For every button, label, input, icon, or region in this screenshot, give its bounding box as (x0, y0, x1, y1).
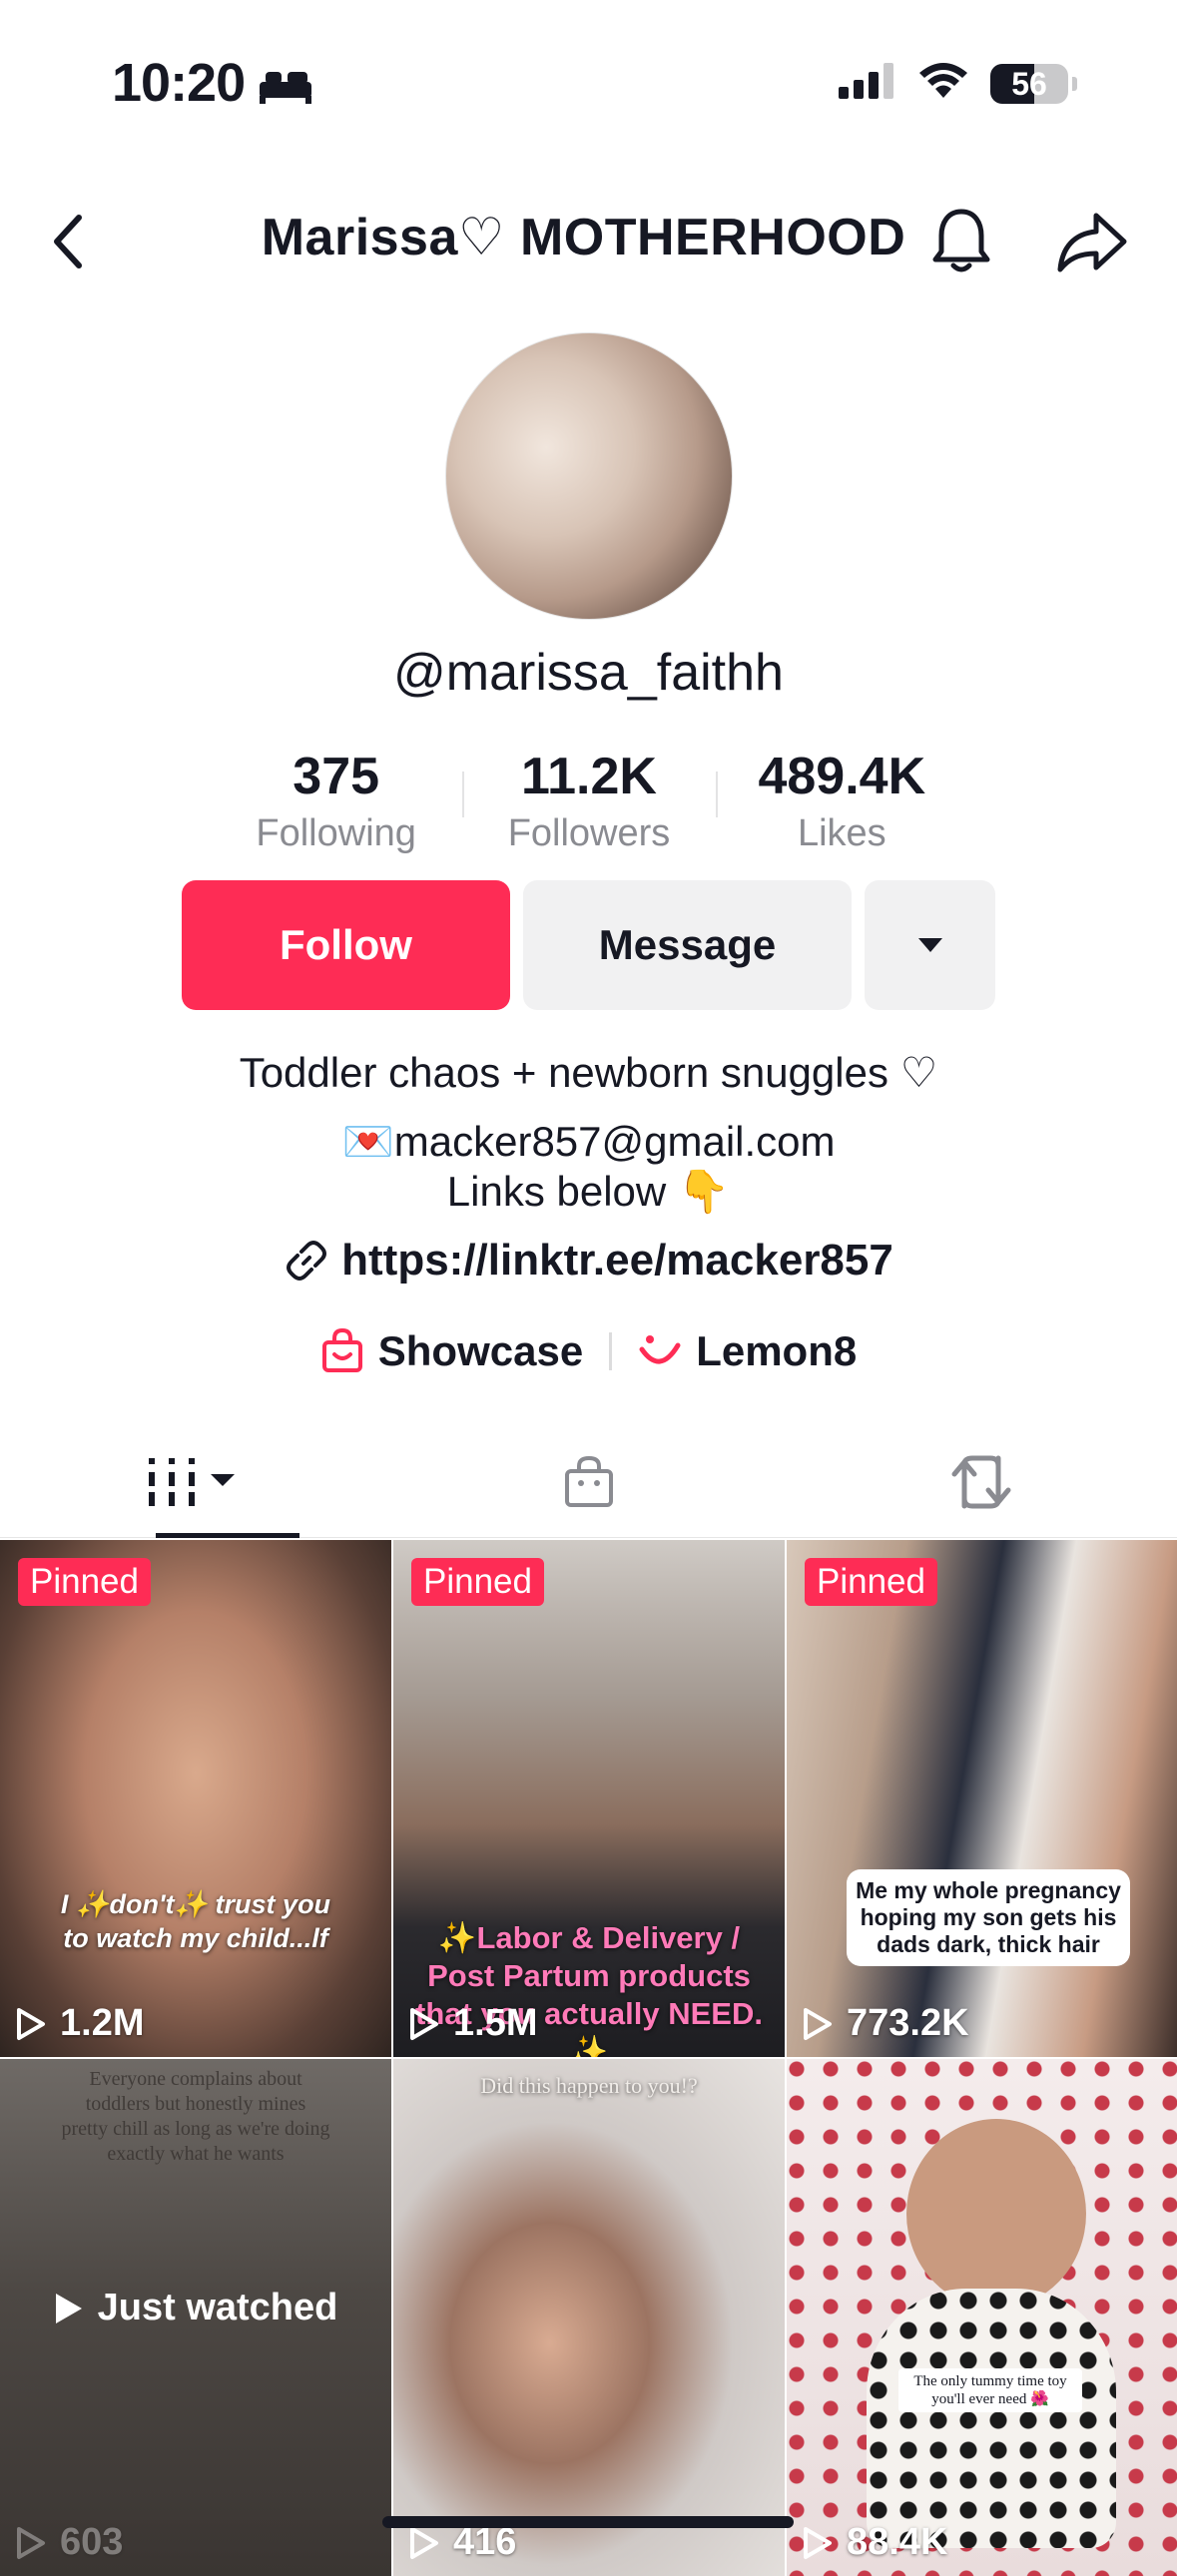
followers-label: Followers (507, 812, 671, 854)
pinned-badge: Pinned (411, 1558, 544, 1606)
bio-line-2: 💌macker857@gmail.com (341, 1118, 836, 1165)
lemon8-label: Lemon8 (696, 1327, 858, 1374)
battery-tip (1072, 76, 1077, 91)
lemon8-smile-icon (639, 1335, 681, 1364)
battery-icon: 56 (990, 63, 1068, 104)
play-icon (410, 2526, 438, 2559)
video-grid-icon (148, 1458, 235, 1506)
likes-count: 489.4K (758, 748, 926, 805)
just-watched-label: Just watched (97, 2287, 338, 2328)
view-count-value: 1.5M (453, 2002, 538, 2044)
username: @marissa_faithh (393, 644, 784, 702)
stat-followers[interactable]: 11.2K Followers (462, 744, 715, 857)
tab-shop[interactable] (392, 1427, 785, 1537)
shopping-bag-icon (321, 1328, 362, 1372)
signal-icon (839, 63, 896, 104)
status-icons: 56 (839, 62, 1077, 105)
pinned-badge: Pinned (805, 1558, 937, 1606)
video-caption: Me my whole pregnancy hoping my son gets… (847, 1869, 1130, 1966)
active-tab-indicator (156, 1533, 299, 1538)
tab-videos[interactable] (0, 1427, 392, 1538)
tab-reposts[interactable] (785, 1427, 1177, 1537)
bio-line-1: Toddler chaos + newborn snuggles ♡ (239, 1049, 938, 1096)
status-time: 10:20 (112, 53, 246, 113)
lemon8-link[interactable]: Lemon8 (638, 1327, 857, 1375)
pinned-badge: Pinned (18, 1558, 151, 1606)
view-count: 88.4K (803, 2521, 947, 2564)
just-watched-overlay: Just watched (0, 2287, 391, 2329)
followers-count: 11.2K (521, 748, 657, 805)
view-count: 603 (16, 2521, 123, 2564)
view-count: 773.2K (803, 2002, 969, 2045)
following-label: Following (256, 812, 416, 854)
play-icon (804, 2526, 832, 2559)
baby-outfit (867, 2289, 1116, 2548)
video-caption: I ✨don't✨ trust you to watch my child...… (60, 1889, 331, 1953)
play-icon (17, 2526, 45, 2559)
avatar[interactable] (445, 332, 733, 620)
focus-bed-icon (258, 68, 313, 109)
feature-links: Showcase Lemon8 (0, 1327, 1177, 1375)
bio-link[interactable]: https://linktr.ee/macker857 (0, 1236, 1177, 1286)
play-icon (804, 2007, 832, 2040)
baby-head (906, 2119, 1086, 2309)
follow-button[interactable]: Follow (182, 880, 510, 1010)
video-thumbnail[interactable]: Did this happen to you!? 416 (393, 2059, 785, 2576)
bio-line-3: Links below 👇 (446, 1168, 731, 1215)
video-thumbnail[interactable]: The only tummy time toy you'll ever need… (787, 2059, 1177, 2576)
video-caption: Did this happen to you!? (480, 2073, 698, 2098)
notification-button[interactable] (926, 204, 996, 279)
share-arrow-icon (1057, 213, 1127, 272)
video-caption: Everyone complains about toddlers but ho… (61, 2068, 330, 2165)
video-thumbnail[interactable]: Pinned I ✨don't✨ trust you to watch my c… (0, 1540, 391, 2057)
bio-link-text[interactable]: https://linktr.ee/macker857 (341, 1236, 893, 1286)
battery-level: 56 (1011, 65, 1047, 102)
play-icon (55, 2293, 82, 2323)
following-count: 375 (293, 748, 380, 805)
header-title: Marissa♡ MOTHERHOOD (261, 209, 906, 266)
video-thumbnail[interactable]: Pinned ✨Labor & Delivery / Post Partum p… (393, 1540, 785, 2057)
video-grid: Pinned I ✨don't✨ trust you to watch my c… (0, 1540, 1177, 2576)
bell-icon (932, 209, 990, 272)
video-thumbnail[interactable]: Pinned Me my whole pregnancy hoping my s… (787, 1540, 1177, 2057)
view-count: 1.5M (409, 2002, 537, 2045)
showcase-label: Showcase (377, 1327, 584, 1374)
view-count-value: 773.2K (847, 2002, 969, 2044)
play-icon (410, 2007, 438, 2040)
likes-label: Likes (797, 812, 886, 854)
stat-following[interactable]: 375 Following (210, 744, 462, 857)
profile-tabs (0, 1427, 1177, 1538)
video-thumbnail[interactable]: Everyone complains about toddlers but ho… (0, 2059, 391, 2576)
stat-likes[interactable]: 489.4K Likes (715, 744, 968, 857)
view-count-value: 1.2M (60, 2002, 145, 2044)
share-button[interactable] (1052, 208, 1132, 277)
video-caption: The only tummy time toy you'll ever need… (898, 2368, 1082, 2412)
play-icon (17, 2007, 45, 2040)
feature-divider (609, 1332, 613, 1370)
message-button[interactable]: Message (523, 880, 852, 1010)
home-indicator (382, 2516, 794, 2528)
view-count-value: 603 (60, 2521, 124, 2563)
showcase-link[interactable]: Showcase (320, 1327, 583, 1375)
view-count: 1.2M (16, 2002, 144, 2045)
profile-stats: 375 Following 11.2K Followers 489.4K Lik… (210, 744, 968, 857)
wifi-icon (918, 62, 968, 105)
link-icon (287, 1241, 327, 1281)
caret-down-icon (917, 938, 942, 952)
repost-icon (951, 1455, 1010, 1509)
view-count-value: 88.4K (847, 2521, 948, 2563)
more-options-button[interactable] (865, 880, 995, 1010)
shopping-bag-icon (564, 1455, 613, 1507)
